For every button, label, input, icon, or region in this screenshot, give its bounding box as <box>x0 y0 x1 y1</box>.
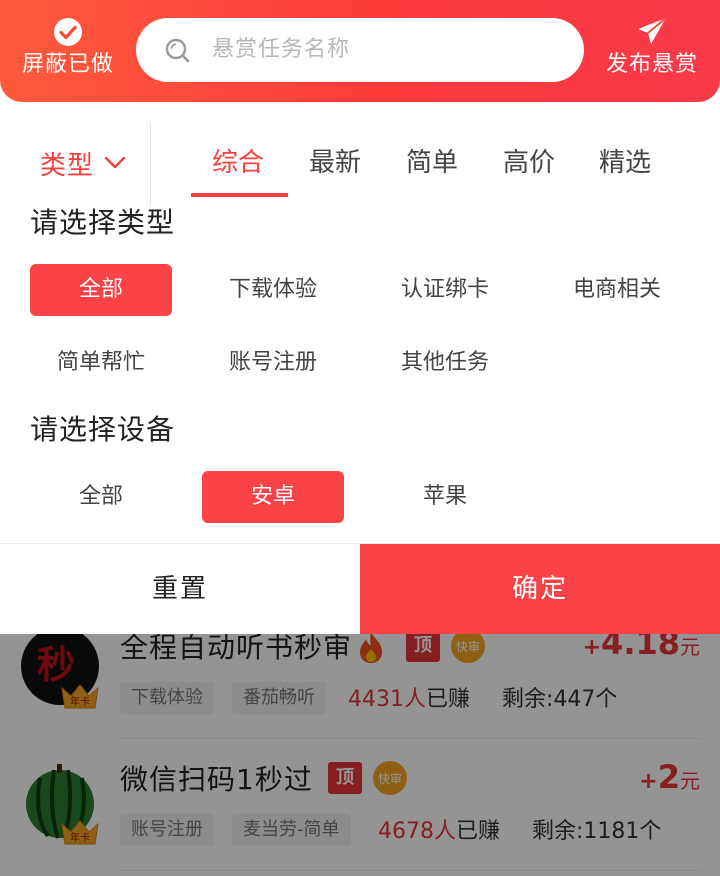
check-circle-icon <box>54 18 82 46</box>
type-option-account-register[interactable]: 账号注册 <box>202 337 344 389</box>
type-option-verify-card[interactable]: 认证绑卡 <box>374 264 516 316</box>
tab-newest[interactable]: 最新 <box>309 140 361 186</box>
device-option-android[interactable]: 安卓 <box>202 471 344 523</box>
hide-done-label: 屏蔽已做 <box>21 52 114 77</box>
top-header: 屏蔽已做 悬赏任务名称 发布悬赏 <box>0 0 720 102</box>
tab-featured[interactable]: 精选 <box>599 140 651 186</box>
type-option-all[interactable]: 全部 <box>30 264 172 316</box>
type-option-simple-help[interactable]: 简单帮忙 <box>30 337 172 389</box>
type-option-other[interactable]: 其他任务 <box>374 337 516 389</box>
search-icon <box>165 38 190 63</box>
chevron-down-icon <box>104 156 126 169</box>
type-option-ecommerce[interactable]: 电商相关 <box>546 264 688 316</box>
type-section-title: 请选择类型 <box>30 206 176 239</box>
type-option-download[interactable]: 下载体验 <box>202 264 344 316</box>
tabs-divider <box>150 122 151 206</box>
confirm-button[interactable]: 确定 <box>360 544 720 634</box>
dim-overlay[interactable] <box>0 634 720 876</box>
type-dropdown-button[interactable]: 类型 <box>40 140 126 186</box>
publish-reward-button[interactable]: 发布悬赏 <box>593 16 711 80</box>
tab-simple[interactable]: 简单 <box>406 140 458 186</box>
tab-comprehensive[interactable]: 综合 <box>212 140 264 186</box>
publish-reward-label: 发布悬赏 <box>605 52 698 77</box>
search-placeholder: 悬赏任务名称 <box>212 37 351 62</box>
search-input[interactable]: 悬赏任务名称 <box>136 18 584 82</box>
reset-button[interactable]: 重置 <box>0 544 360 634</box>
hide-done-button[interactable]: 屏蔽已做 <box>9 16 127 80</box>
device-option-all[interactable]: 全部 <box>30 471 172 523</box>
paper-plane-icon <box>638 17 667 44</box>
tab-high-price[interactable]: 高价 <box>503 140 555 186</box>
active-tab-indicator <box>191 193 288 197</box>
device-section-title: 请选择设备 <box>30 413 176 446</box>
device-option-apple[interactable]: 苹果 <box>374 471 516 523</box>
app-root: 屏蔽已做 悬赏任务名称 发布悬赏 类型 综合 最新 简单 高价 精选 请选择类型… <box>0 0 720 876</box>
type-dropdown-label: 类型 <box>40 150 95 181</box>
